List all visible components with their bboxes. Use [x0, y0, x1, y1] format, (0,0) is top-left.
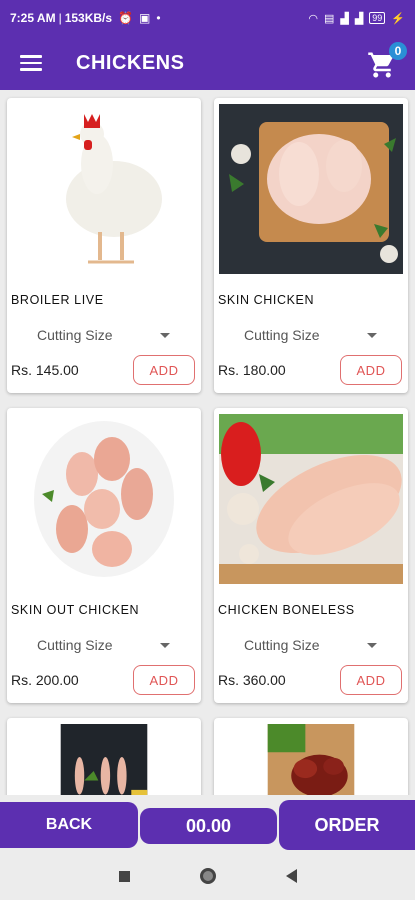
system-nav-bar — [0, 852, 415, 900]
back-nav-icon[interactable] — [285, 869, 297, 883]
add-button[interactable]: ADD — [340, 355, 402, 385]
product-name: SKIN OUT CHICKEN — [11, 603, 140, 617]
menu-icon[interactable] — [20, 55, 42, 71]
product-card[interactable]: SKIN CHICKEN Cutting Size Rs. 180.00 ADD — [214, 98, 408, 393]
dropdown-arrow-icon — [160, 332, 171, 338]
dropdown-arrow-icon — [367, 642, 378, 648]
product-card[interactable]: BROILER LIVE Cutting Size Rs. 145.00 ADD — [7, 98, 201, 393]
cutting-size-dropdown[interactable]: Cutting Size — [37, 327, 201, 343]
cutting-size-label: Cutting Size — [37, 637, 113, 653]
cutting-size-dropdown[interactable]: Cutting Size — [244, 637, 408, 653]
bottom-bar: BACK 00.00 ORDER — [0, 800, 415, 852]
product-image — [12, 104, 196, 274]
product-name: BROILER LIVE — [11, 293, 104, 307]
product-image — [267, 724, 355, 795]
product-card[interactable] — [214, 718, 408, 795]
signal2-icon: ▟ — [354, 12, 364, 25]
home-icon[interactable] — [199, 868, 216, 884]
product-name: SKIN CHICKEN — [218, 293, 315, 307]
battery-icon: 99 — [369, 12, 386, 24]
volte-icon: ▤ — [323, 12, 335, 25]
product-card[interactable] — [7, 718, 201, 795]
app-bar: CHICKENS 0 — [0, 36, 415, 90]
product-grid: BROILER LIVE Cutting Size Rs. 145.00 ADD… — [0, 90, 415, 795]
charging-icon: ⚡ — [391, 12, 405, 25]
status-speed: 153KB/s — [64, 11, 113, 25]
add-button[interactable]: ADD — [340, 665, 402, 695]
cutting-size-dropdown[interactable]: Cutting Size — [37, 637, 201, 653]
cart-count-badge: 0 — [389, 42, 407, 60]
wifi-icon: ◠ — [308, 12, 318, 25]
cart-button[interactable]: 0 — [367, 42, 407, 80]
product-name: CHICKEN BONELESS — [218, 603, 355, 617]
product-card[interactable]: SKIN OUT CHICKEN Cutting Size Rs. 200.00… — [7, 408, 201, 703]
add-button[interactable]: ADD — [133, 355, 195, 385]
dropdown-arrow-icon — [160, 642, 171, 648]
product-image — [219, 414, 403, 584]
add-button[interactable]: ADD — [133, 665, 195, 695]
product-price: Rs. 145.00 — [11, 362, 79, 378]
status-time: 7:25 AM — [10, 11, 56, 25]
recents-icon[interactable] — [118, 870, 130, 882]
product-price: Rs. 180.00 — [218, 362, 286, 378]
dot-icon: • — [156, 11, 161, 25]
dropdown-arrow-icon — [367, 332, 378, 338]
product-image — [12, 414, 196, 584]
product-image — [219, 104, 403, 274]
back-button[interactable]: BACK — [0, 802, 138, 848]
alarm-icon: ⏰ — [118, 11, 134, 25]
product-price: Rs. 360.00 — [218, 672, 286, 688]
page-title: CHICKENS — [76, 51, 185, 74]
cutting-size-dropdown[interactable]: Cutting Size — [244, 327, 408, 343]
order-button[interactable]: ORDER — [279, 800, 415, 850]
cutting-size-label: Cutting Size — [244, 327, 320, 343]
cutting-size-label: Cutting Size — [37, 327, 113, 343]
signal-icon: ▟ — [340, 12, 349, 25]
product-card[interactable]: CHICKEN BONELESS Cutting Size Rs. 360.00… — [214, 408, 408, 703]
product-image — [60, 724, 148, 795]
order-total: 00.00 — [140, 808, 277, 844]
product-price: Rs. 200.00 — [11, 672, 79, 688]
cutting-size-label: Cutting Size — [244, 637, 320, 653]
notification-icon: ▣ — [139, 11, 151, 25]
status-bar: 7:25 AM | 153KB/s ⏰ ▣ • ◠ ▤ ▟ ▟ 99 ⚡ — [0, 0, 415, 36]
